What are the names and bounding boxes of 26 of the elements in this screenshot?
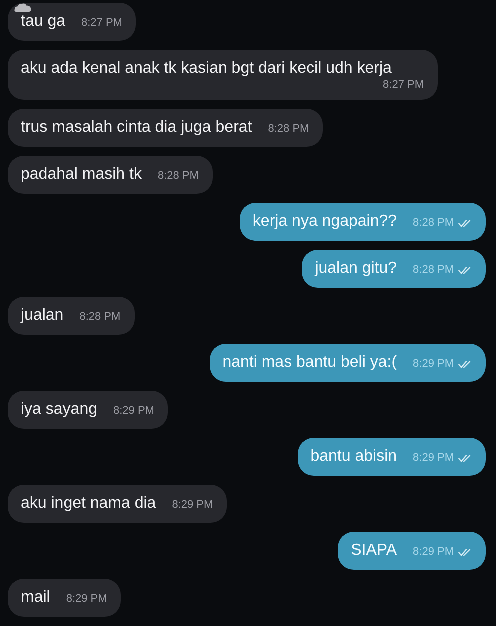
- message-time: 8:29 PM: [413, 452, 454, 464]
- message-text: aku inget nama dia: [21, 494, 156, 514]
- message-text: trus masalah cinta dia juga berat: [21, 118, 252, 138]
- message-text: jualan: [21, 306, 64, 326]
- message-time: 8:28 PM: [413, 217, 454, 229]
- message-time: 8:29 PM: [114, 405, 154, 417]
- message-text: iya sayang: [21, 400, 98, 420]
- message-text: mail: [21, 588, 50, 608]
- message-text: padahal masih tk: [21, 165, 142, 185]
- message-time: 8:28 PM: [268, 123, 310, 135]
- message-text: jualan gitu?: [315, 259, 398, 279]
- message-time: 8:28 PM: [413, 264, 454, 276]
- message-time: 8:29 PM: [66, 593, 108, 605]
- message-text: nanti mas bantu beli ya:(: [222, 353, 398, 373]
- message-text: bantu abisin: [310, 447, 398, 467]
- message-time: 8:28 PM: [80, 311, 121, 323]
- message-text: tau ga: [21, 12, 66, 32]
- message-time: 8:28 PM: [158, 170, 199, 182]
- message-time: 8:29 PM: [413, 358, 454, 370]
- message-time: 8:27 PM: [383, 79, 424, 91]
- message-text: SIAPA: [351, 541, 398, 561]
- message-time: 8:29 PM: [413, 546, 454, 558]
- message-time: 8:29 PM: [172, 499, 214, 511]
- message-text: kerja nya ngapain??: [252, 212, 398, 232]
- message-time: 8:27 PM: [81, 17, 122, 29]
- message-text: aku ada kenal anak tk kasian bgt dari kecil udh kerja: [21, 59, 392, 79]
